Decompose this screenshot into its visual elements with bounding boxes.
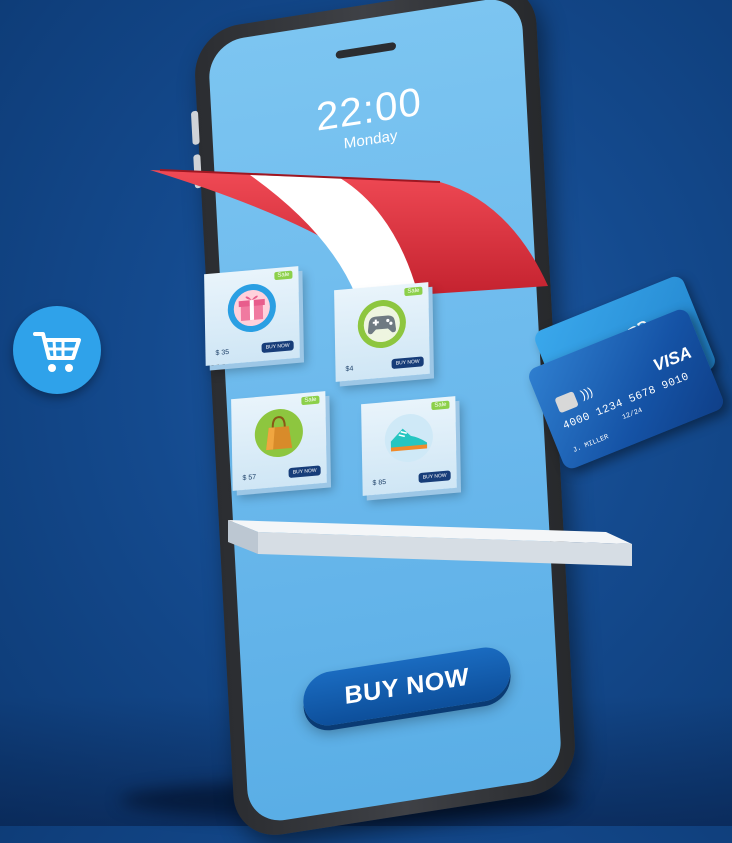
contactless-icon: )))	[578, 384, 595, 402]
product-price: $ 35	[215, 348, 230, 358]
product-price: $ 85	[372, 478, 387, 488]
speaker-notch	[335, 41, 397, 60]
product-icon-circle	[384, 412, 434, 465]
product-buy-button[interactable]: BUY NOW	[391, 356, 424, 370]
card-expiry: 12/24	[621, 406, 644, 423]
product-tag: Sale	[404, 286, 423, 297]
product-price: $ 57	[242, 473, 257, 483]
card-brand: VISA	[650, 342, 695, 376]
product-card[interactable]: Sale $ 57 BUY NOW	[231, 391, 327, 491]
product-tag: Sale	[431, 400, 450, 411]
shop-counter-shelf	[228, 520, 632, 566]
card-holder: J. MILLER	[571, 433, 611, 455]
card-number: 4000 1234 5678 9010	[561, 370, 692, 433]
gift-icon	[233, 290, 270, 327]
product-tag: Sale	[301, 395, 320, 406]
product-buy-button[interactable]: BUY NOW	[418, 470, 451, 484]
product-buy-button[interactable]: BUY NOW	[288, 465, 321, 479]
product-buy-button[interactable]: BUY NOW	[261, 340, 294, 354]
product-card[interactable]: Sale $ 35 BUY NOW	[204, 266, 300, 366]
sneaker-icon	[390, 428, 428, 452]
product-price: $4	[345, 365, 354, 374]
gamepad-icon	[363, 306, 400, 343]
buy-now-button[interactable]: BUY NOW	[301, 643, 512, 730]
product-card[interactable]: Sale $ 85 BUY NOW	[361, 396, 457, 496]
product-tag: Sale	[274, 270, 293, 281]
product-icon-circle	[254, 407, 304, 460]
cart-badge[interactable]	[13, 306, 101, 394]
product-card[interactable]: Sale $4 BUY NOW	[334, 282, 430, 382]
product-icon-circle	[357, 298, 407, 351]
shopping-bag-icon	[266, 416, 293, 451]
product-icon-circle	[227, 282, 277, 335]
card-chip-icon	[554, 391, 579, 414]
shopping-cart-icon	[33, 332, 81, 372]
